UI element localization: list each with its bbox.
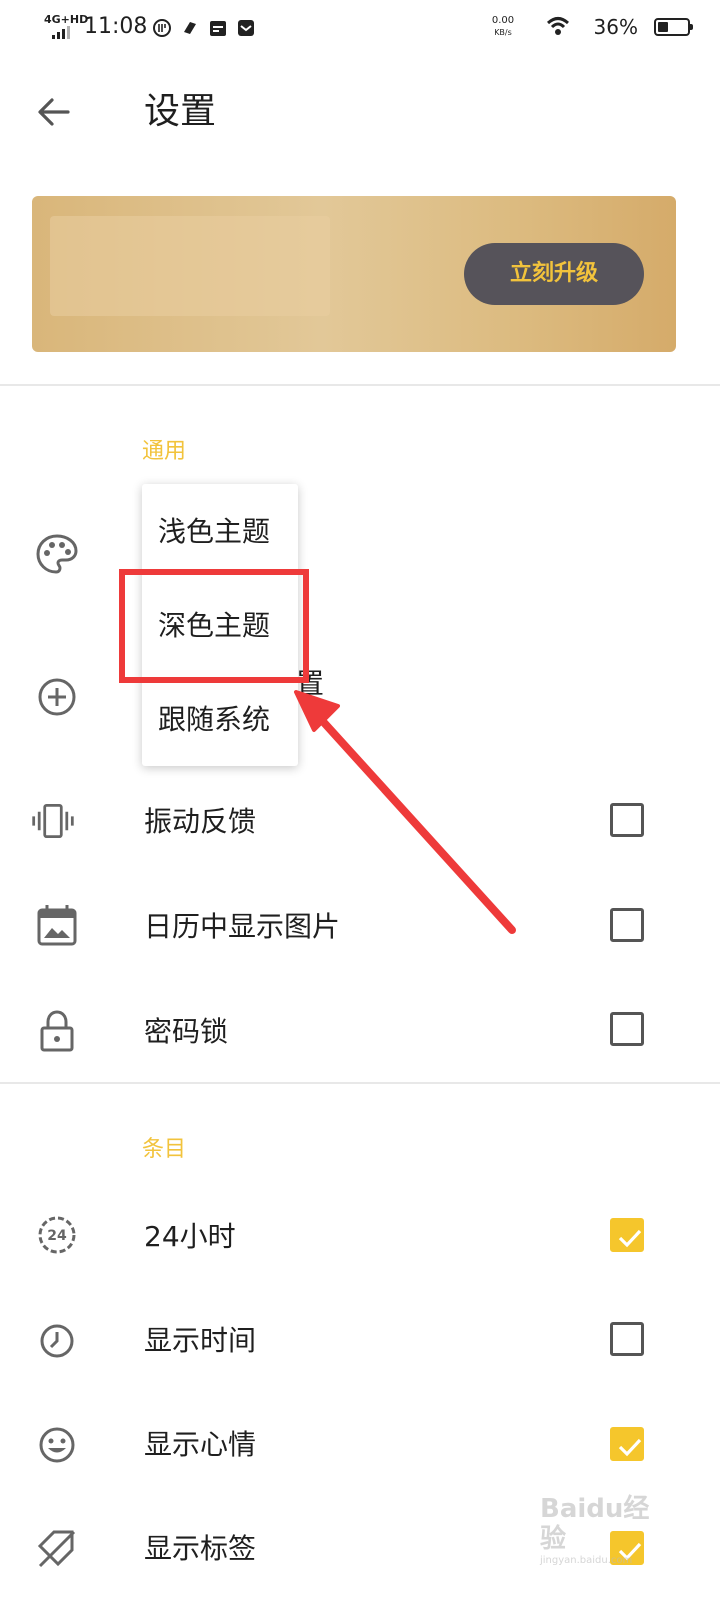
annotation-arrow-icon: [294, 690, 516, 934]
watermark-text: Baidu经验: [540, 1494, 650, 1554]
watermark: Baidu经验 jingyan.baidu.com: [540, 1494, 670, 1566]
watermark-subtext: jingyan.baidu.com: [540, 1555, 633, 1566]
